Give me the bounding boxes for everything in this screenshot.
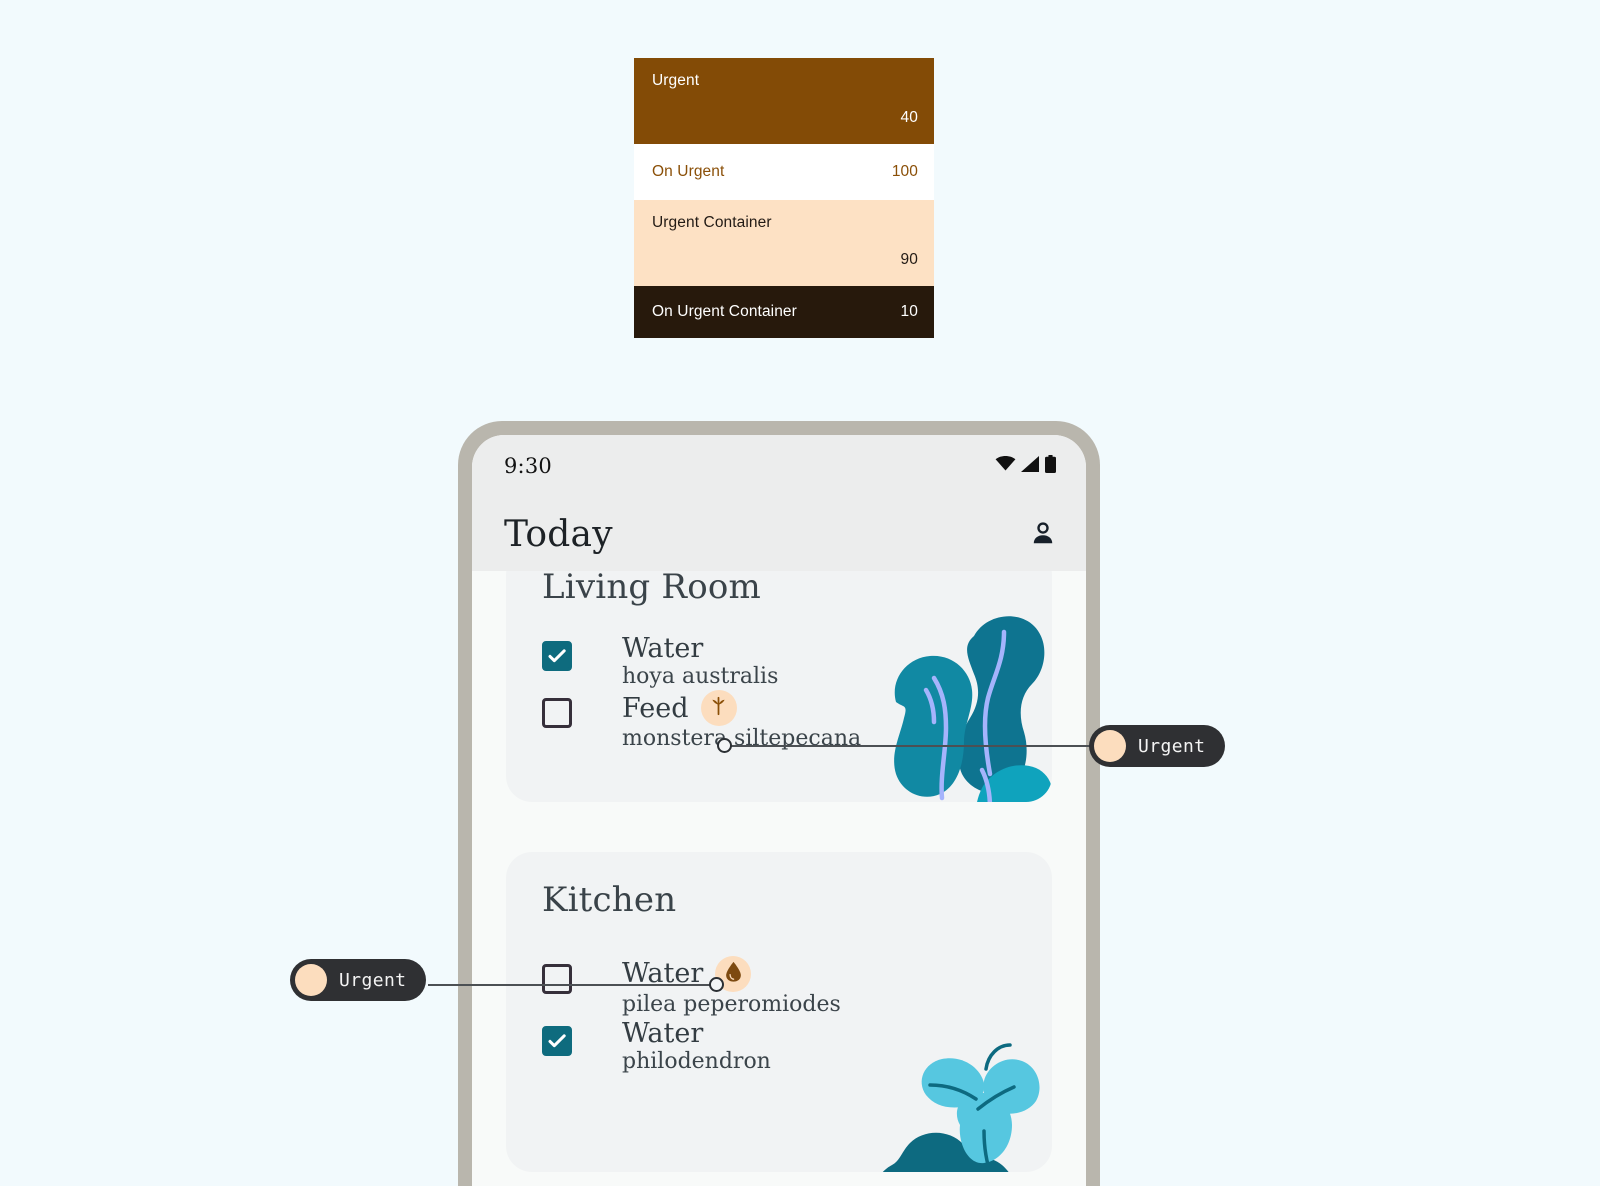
annotation-chip-urgent-right[interactable]: Urgent (1089, 725, 1226, 767)
wifi-icon (995, 456, 1016, 476)
task-subtitle: pilea peperomiodes (622, 992, 841, 1017)
swatch-urgent-container: Urgent Container 90 (634, 200, 934, 286)
task-title: Feed (622, 692, 689, 724)
card-title: Kitchen (542, 880, 677, 920)
sprout-icon (708, 695, 729, 721)
task-text: Water pilea peperomiodes (622, 956, 841, 1018)
swatch-label: On Urgent Container (652, 303, 797, 321)
swatch-urgent: Urgent 40 (634, 58, 934, 144)
swatch-value: 90 (900, 251, 918, 269)
page-title: Today (504, 513, 613, 555)
status-icon-group (995, 454, 1056, 478)
task-title-row: Feed (622, 690, 861, 727)
water-drop-icon (724, 961, 743, 987)
status-time: 9:30 (504, 454, 552, 478)
cell-signal-icon (1021, 455, 1040, 477)
battery-icon (1045, 454, 1056, 478)
task-text: Water philodendron (622, 1018, 771, 1075)
task-subtitle: hoya australis (622, 664, 779, 690)
task-title-row: Water (622, 956, 841, 992)
task-row[interactable]: Feed monstera siltepecana (542, 690, 1052, 752)
room-card-kitchen: Kitchen Water pilea peperomiodes Water p… (506, 852, 1052, 1172)
task-subtitle: monstera siltepecana (622, 726, 862, 752)
task-subtitle: philodendron (622, 1049, 771, 1075)
color-dot (1094, 730, 1126, 762)
task-row[interactable]: Water pilea peperomiodes (542, 956, 1052, 1018)
color-swatch-table: Urgent 40 On Urgent 100 Urgent Container… (634, 58, 934, 338)
task-checkbox-unchecked[interactable] (542, 698, 572, 729)
urgent-badge[interactable] (715, 956, 752, 992)
swatch-label: Urgent (652, 72, 700, 89)
task-title-row: Water (622, 1018, 771, 1049)
color-dot (295, 964, 327, 996)
person-icon[interactable] (1026, 517, 1060, 551)
task-checkbox-checked[interactable] (542, 1026, 572, 1057)
swatch-value: 100 (891, 163, 918, 181)
annotation-label: Urgent (339, 969, 407, 991)
task-row[interactable]: Water hoya australis (542, 633, 1052, 690)
task-title: Water (622, 958, 704, 990)
swatch-on-urgent: On Urgent 100 (634, 144, 934, 200)
annotation-chip-urgent-left[interactable]: Urgent (290, 959, 427, 1001)
phone-screen: 9:30 Today Living Room Water hoya austra… (472, 435, 1086, 1186)
room-card-living-room: Living Room Water hoya australis Feed mo… (506, 549, 1052, 802)
task-title: Water (622, 1018, 704, 1050)
task-row[interactable]: Water philodendron (542, 1018, 1052, 1075)
app-bar: Today (472, 497, 1086, 571)
urgent-badge[interactable] (700, 690, 737, 727)
swatch-label: On Urgent (652, 163, 725, 181)
swatch-on-urgent-container: On Urgent Container 10 (634, 286, 934, 338)
task-title: Water (622, 633, 704, 664)
swatch-value: 40 (900, 109, 918, 127)
phone-frame: 9:30 Today Living Room Water hoya austra… (458, 421, 1100, 1186)
task-checkbox-checked[interactable] (542, 641, 572, 671)
task-text: Water hoya australis (622, 633, 778, 690)
task-list[interactable]: Living Room Water hoya australis Feed mo… (472, 549, 1086, 1186)
status-bar: 9:30 (472, 435, 1086, 497)
annotation-label: Urgent (1138, 735, 1206, 757)
swatch-label: Urgent Container (652, 214, 772, 231)
task-text: Feed monstera siltepecana (622, 690, 861, 752)
swatch-value: 10 (900, 303, 918, 321)
task-checkbox-unchecked[interactable] (542, 964, 572, 994)
canvas: Urgent 40 On Urgent 100 Urgent Container… (0, 0, 1600, 1186)
task-title-row: Water (622, 633, 778, 664)
